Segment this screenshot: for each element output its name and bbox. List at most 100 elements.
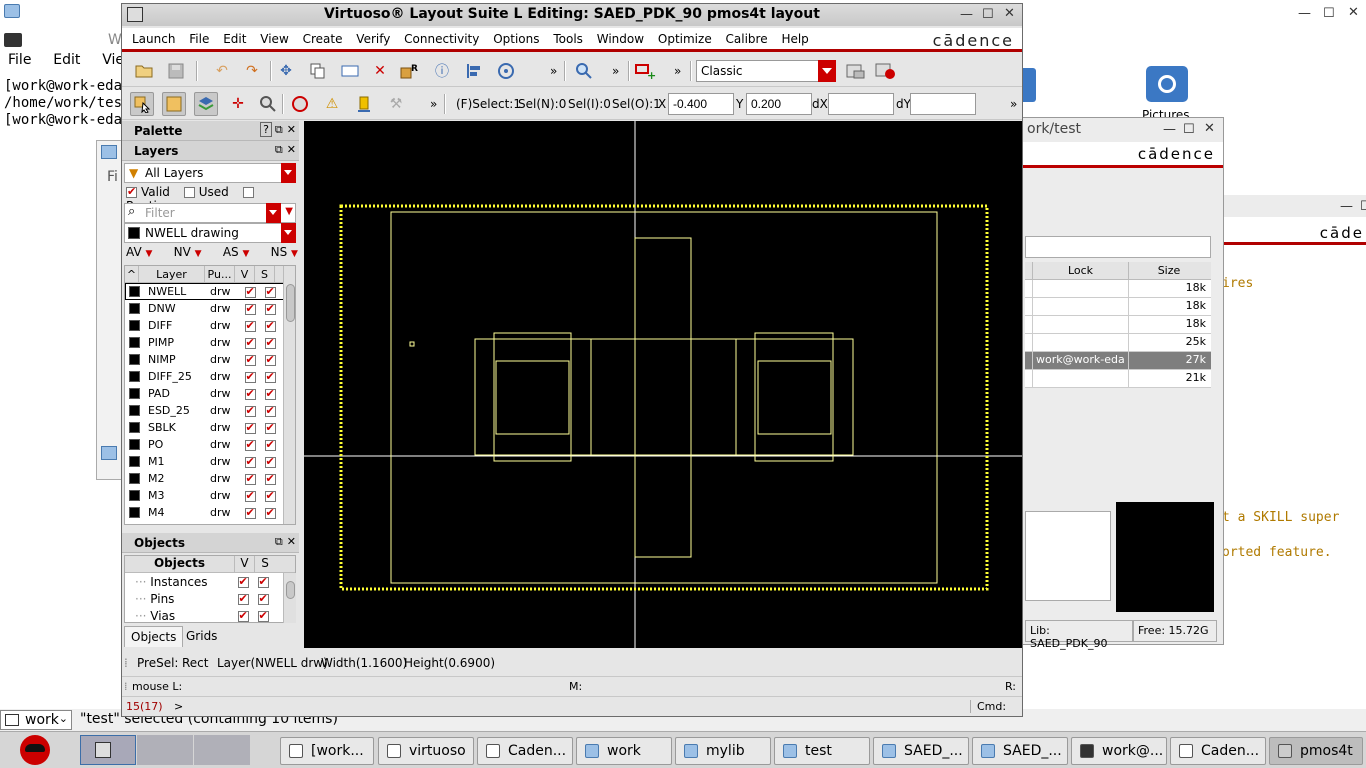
table-row[interactable]: 18k [1025, 280, 1211, 298]
layer-row[interactable]: M3 drw [125, 487, 295, 504]
visible-checkbox[interactable] [244, 421, 256, 434]
folder-icon[interactable] [4, 4, 20, 18]
object-row[interactable]: ··· Pins [125, 590, 295, 607]
all-visible-button[interactable]: AV ▼ [126, 245, 152, 263]
chevron-down-icon[interactable] [818, 60, 836, 82]
layout-drawing[interactable] [304, 121, 1022, 648]
visible-checkbox[interactable] [244, 506, 256, 519]
minimize-icon[interactable]: — [1340, 199, 1353, 214]
workspace-2[interactable] [137, 735, 193, 765]
toolbar-overflow-icon[interactable]: » [430, 97, 437, 111]
workspace-settings-icon[interactable] [874, 59, 898, 83]
maximize-icon[interactable]: ☐ [1323, 6, 1335, 21]
menu-view[interactable]: View [255, 28, 293, 46]
column-header-layer[interactable]: Layer [139, 266, 205, 282]
layer-row[interactable]: SBLK drw [125, 419, 295, 436]
column-header-visible[interactable]: V [235, 266, 255, 282]
menu-launch[interactable]: Launch [127, 28, 180, 46]
column-header-objects[interactable]: Objects [125, 556, 235, 572]
selectable-checkbox[interactable] [257, 592, 269, 605]
table-row[interactable]: work@work-eda 27k [1025, 352, 1211, 370]
table-row[interactable]: 18k [1025, 316, 1211, 334]
visible-checkbox[interactable] [244, 302, 256, 315]
object-row[interactable]: ··· Instances [125, 573, 295, 590]
table-row[interactable]: 21k [1025, 370, 1211, 388]
toolbar-overflow-icon[interactable]: » [612, 64, 619, 78]
layer-select-icon[interactable] [194, 92, 218, 116]
float-icon[interactable]: ⧉ [275, 143, 283, 156]
toolbar-overflow-icon[interactable]: » [674, 64, 681, 78]
info-icon[interactable]: ⓘ [430, 59, 454, 83]
align-icon[interactable] [462, 59, 486, 83]
select-pointer-icon[interactable] [130, 92, 154, 116]
properties-icon[interactable]: R [398, 59, 422, 83]
selectable-checkbox[interactable] [264, 353, 276, 366]
visible-checkbox[interactable] [244, 404, 256, 417]
scroll-thumb[interactable] [286, 581, 295, 599]
delete-icon[interactable]: ✕ [368, 59, 392, 83]
selectable-checkbox[interactable] [264, 404, 276, 417]
minimize-icon[interactable]: — [960, 7, 973, 22]
column-header-lock[interactable]: Lock [1033, 262, 1129, 279]
stretch-icon[interactable] [338, 59, 362, 83]
table-row[interactable]: 25k [1025, 334, 1211, 352]
redhat-logo-icon[interactable] [20, 735, 50, 765]
float-icon[interactable]: ⧉ [275, 123, 283, 136]
undo-icon[interactable]: ↶ [210, 59, 234, 83]
column-header-purpose[interactable]: Pu... [205, 266, 235, 282]
layer-row[interactable]: DIFF drw [125, 317, 295, 334]
taskbar-item[interactable]: SAED_... [873, 737, 969, 765]
filter-options-icon[interactable] [266, 203, 281, 223]
selectable-checkbox[interactable] [264, 455, 276, 468]
all-selectable-button[interactable]: AS ▼ [223, 245, 250, 263]
selectable-checkbox[interactable] [264, 489, 276, 502]
selectable-checkbox[interactable] [264, 302, 276, 315]
menu-create[interactable]: Create [298, 28, 348, 46]
layer-row[interactable]: M2 drw [125, 470, 295, 487]
layer-row[interactable]: M1 drw [125, 453, 295, 470]
taskbar-item[interactable]: SAED_... [972, 737, 1068, 765]
menu-tools[interactable]: Tools [548, 28, 588, 46]
maximize-icon[interactable]: ☐ [1183, 122, 1195, 137]
close-icon[interactable]: ✕ [1004, 6, 1015, 21]
visible-checkbox[interactable] [244, 353, 256, 366]
layer-filter-select[interactable]: ▼ All Layers [124, 163, 296, 183]
visible-checkbox[interactable] [244, 319, 256, 332]
toolbar-overflow-icon[interactable]: » [1010, 97, 1017, 111]
pictures-icon[interactable] [1146, 66, 1188, 102]
taskbar-item[interactable]: [work... [280, 737, 374, 765]
dx-field[interactable] [828, 93, 894, 115]
terminal-menu-file[interactable]: File [8, 52, 31, 68]
zoom-icon[interactable] [572, 59, 596, 83]
workspace-combo[interactable]: Classic [696, 60, 836, 82]
menu-window[interactable]: Window [592, 28, 649, 46]
menu-connectivity[interactable]: Connectivity [399, 28, 484, 46]
taskbar-item[interactable]: Caden... [477, 737, 573, 765]
menu-file[interactable]: File [184, 28, 214, 46]
toolbar-overflow-icon[interactable]: » [550, 64, 557, 78]
layout-canvas[interactable] [304, 121, 1022, 648]
taskbar-item[interactable]: work [576, 737, 672, 765]
menu-options[interactable]: Options [488, 28, 544, 46]
copy-icon[interactable] [306, 59, 330, 83]
zoom-select-icon[interactable] [256, 92, 280, 116]
column-header-selectable[interactable]: S [255, 266, 275, 282]
objects-scrollbar[interactable] [283, 573, 296, 623]
menu-calibre[interactable]: Calibre [721, 28, 773, 46]
visible-checkbox[interactable] [237, 575, 249, 588]
visible-checkbox[interactable] [244, 438, 256, 451]
layer-search-input-wrap[interactable]: ⌕ Filter ▼ [124, 203, 296, 223]
workspace-selector[interactable]: work ⌄ [0, 710, 72, 730]
taskbar-item[interactable]: test [774, 737, 870, 765]
tab-grids[interactable]: Grids [180, 626, 223, 646]
maximize-icon[interactable]: ☐ [1360, 199, 1366, 214]
tab-objects[interactable]: Objects [124, 626, 184, 647]
warning-icon[interactable]: ⚠ [320, 92, 344, 116]
taskbar-item[interactable]: virtuoso [378, 737, 474, 765]
library-filter-field[interactable] [1025, 236, 1211, 258]
redo-icon[interactable]: ↷ [240, 59, 264, 83]
visible-checkbox[interactable] [244, 472, 256, 485]
dy-field[interactable] [910, 93, 976, 115]
close-icon[interactable]: ✕ [287, 123, 296, 136]
close-icon[interactable]: ✕ [287, 143, 296, 156]
